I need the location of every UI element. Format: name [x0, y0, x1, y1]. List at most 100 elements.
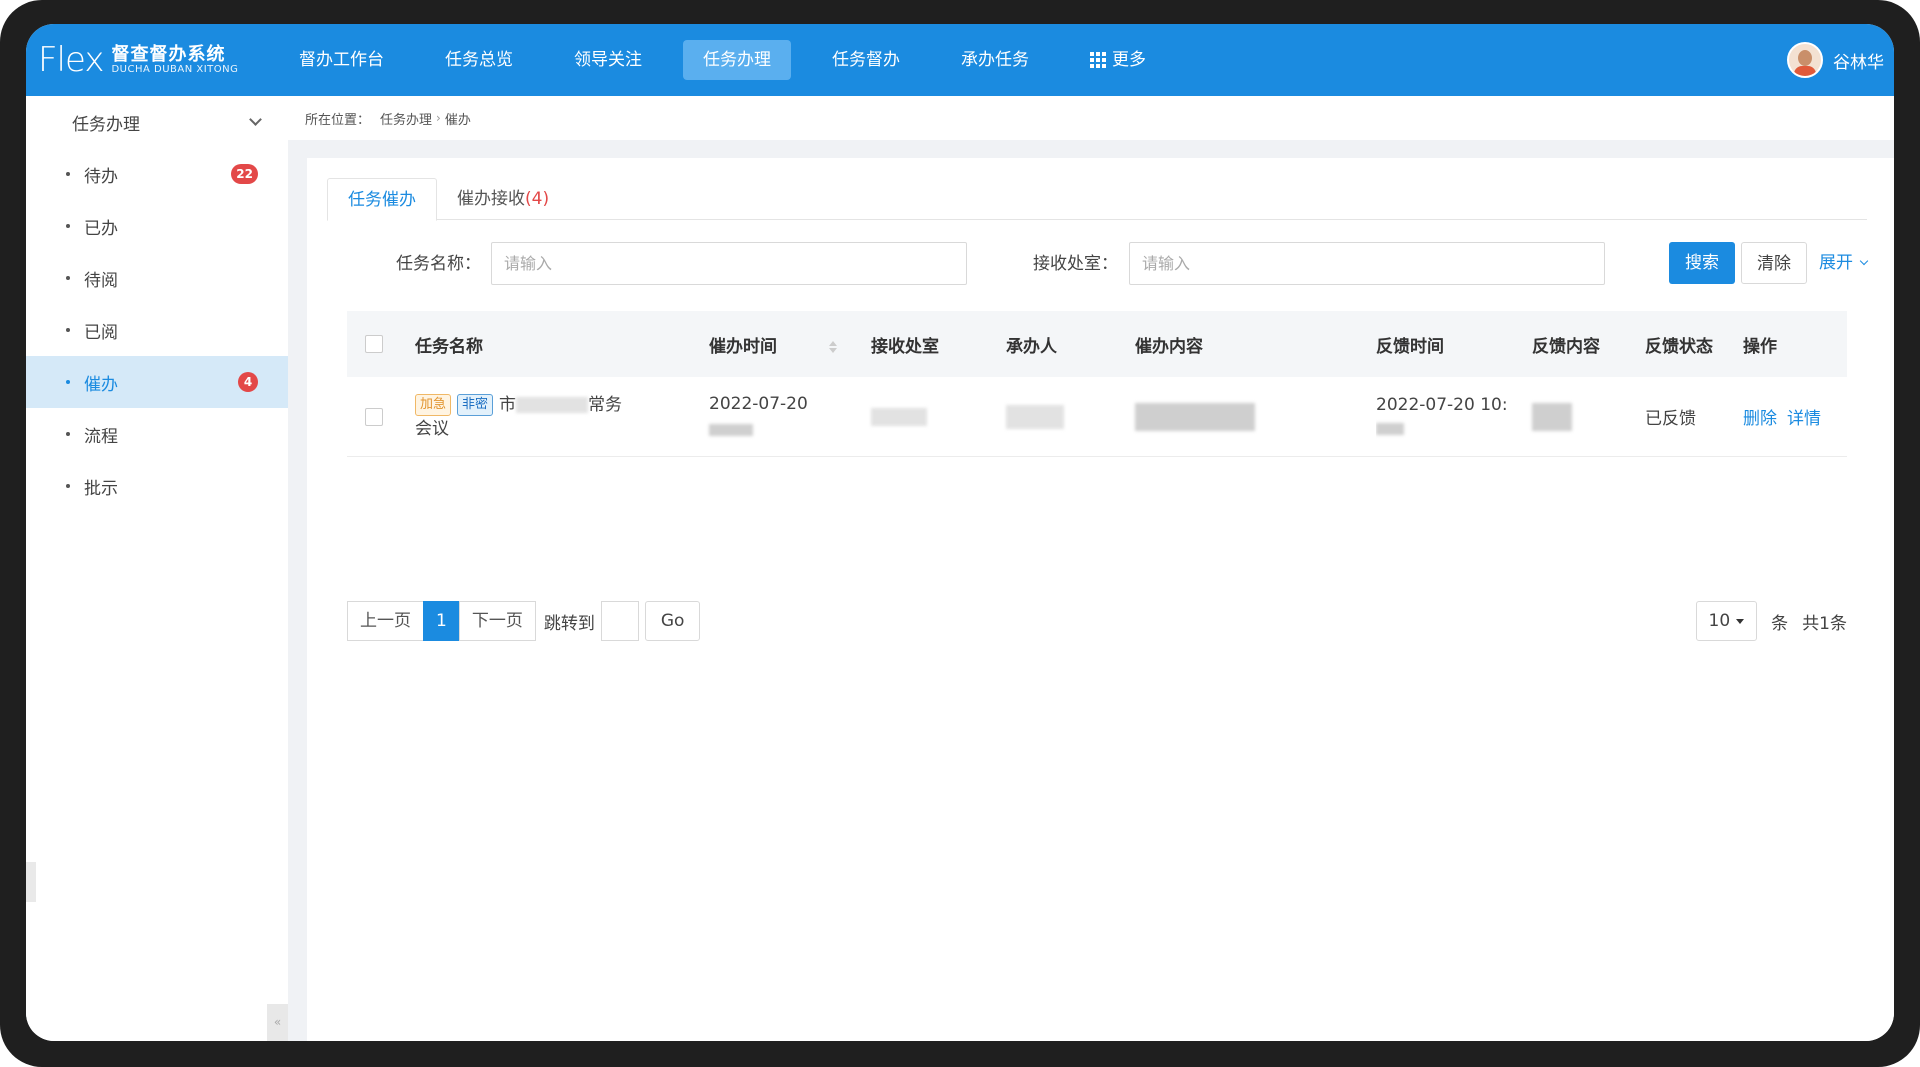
- grid-icon: [1090, 52, 1106, 68]
- sidebar-item-urge[interactable]: 催办 4: [26, 356, 288, 408]
- col-feedback-content: 反馈内容: [1532, 336, 1600, 357]
- nav-item-task-handling[interactable]: 任务办理: [683, 40, 791, 80]
- col-office: 接收处室: [871, 336, 939, 357]
- sidebar-item-label: 待办: [84, 166, 118, 187]
- sidebar-item-instruction[interactable]: 批示: [26, 460, 288, 512]
- delete-link[interactable]: 删除: [1743, 409, 1777, 429]
- sidebar-item-label: 流程: [84, 426, 118, 447]
- user-name: 谷林华: [1833, 52, 1884, 73]
- sidebar-item-process[interactable]: 流程: [26, 408, 288, 460]
- top-navbar: Flex 督查督办系统 DUCHA DUBAN XITONG 督办工作台 任务总…: [26, 24, 1894, 96]
- actions-cell: 删除 详情: [1743, 404, 1843, 429]
- secret-level-tag: 非密: [457, 393, 494, 416]
- nav-item-more[interactable]: 更多: [1070, 40, 1166, 80]
- sidebar-item-label: 已阅: [84, 322, 118, 343]
- urge-time-cell: 2022-07-20: [709, 391, 871, 443]
- task-name-start: 市: [499, 394, 517, 415]
- nav-item-workbench[interactable]: 督办工作台: [279, 40, 404, 80]
- redacted-text: [709, 423, 753, 436]
- page-size-select[interactable]: 10: [1695, 601, 1758, 641]
- jump-label: 跳转到: [543, 613, 595, 634]
- sidebar-collapse-button[interactable]: «: [267, 1004, 288, 1041]
- tab-bar: 任务催办 催办接收(4): [327, 178, 1867, 221]
- sidebar-item-todo[interactable]: 待办 22: [26, 148, 288, 200]
- col-feedback-time: 反馈时间: [1376, 336, 1444, 357]
- task-name-cell[interactable]: 加急 非密市 常务 会议: [415, 393, 709, 441]
- user-menu[interactable]: 谷林华: [1787, 40, 1884, 80]
- sidebar-item-to-read[interactable]: 待阅: [26, 252, 288, 304]
- sidebar-item-label: 待阅: [84, 270, 118, 291]
- urge-table: 任务名称 催办时间 接收处室 承办人 催办内容 反馈时间 反馈内容 反馈状态 操…: [347, 311, 1847, 457]
- bullet-icon: [66, 172, 70, 176]
- redacted-text: [871, 407, 927, 426]
- col-urge-time[interactable]: 催办时间: [709, 332, 871, 357]
- caret-down-icon: [1736, 618, 1745, 624]
- redacted-text: [516, 396, 589, 413]
- device-frame: Flex 督查督办系统 DUCHA DUBAN XITONG 督办工作台 任务总…: [0, 0, 1920, 1067]
- sidebar-item-label: 已办: [84, 218, 118, 239]
- chevron-down-icon: [249, 113, 262, 126]
- task-name-end: 常务: [588, 394, 623, 415]
- tab-task-urge[interactable]: 任务催办: [327, 178, 437, 221]
- app-logo[interactable]: Flex 督查督办系统 DUCHA DUBAN XITONG: [38, 32, 238, 88]
- detail-link[interactable]: 详情: [1787, 409, 1821, 429]
- col-actions: 操作: [1743, 336, 1777, 357]
- sidebar-item-done[interactable]: 已办: [26, 200, 288, 252]
- table-row: 加急 非密市 常务 会议 2022-07-20 2022-07-20 10: 已反…: [347, 377, 1847, 457]
- task-name-line2: 会议: [415, 418, 449, 439]
- next-page-button[interactable]: 下一页: [458, 601, 536, 641]
- sidebar-item-read[interactable]: 已阅: [26, 304, 288, 356]
- expand-button[interactable]: 展开: [1819, 242, 1879, 284]
- urgent-tag: 加急: [415, 393, 452, 416]
- tab-urge-received[interactable]: 催办接收(4): [437, 178, 569, 220]
- go-button[interactable]: Go: [644, 601, 701, 641]
- search-button[interactable]: 搜索: [1669, 242, 1735, 284]
- bullet-icon: [66, 432, 70, 436]
- office-input[interactable]: 请输入: [1129, 242, 1605, 285]
- nav-item-undertake[interactable]: 承办任务: [941, 40, 1049, 80]
- feedback-time-cell: 2022-07-20 10:: [1376, 393, 1532, 441]
- nav-item-leader-focus[interactable]: 领导关注: [554, 40, 662, 80]
- breadcrumb-current: 催办: [444, 112, 471, 128]
- app-screen: Flex 督查督办系统 DUCHA DUBAN XITONG 督办工作台 任务总…: [26, 24, 1894, 1041]
- sidebar-group-title: 任务办理: [72, 114, 140, 135]
- breadcrumb-prefix: 所在位置：: [305, 112, 371, 128]
- pagination: 上一页 1 下一页 跳转到 Go: [347, 601, 701, 641]
- bullet-icon: [66, 224, 70, 228]
- bullet-icon: [66, 380, 70, 384]
- edge-handle[interactable]: [26, 862, 36, 902]
- task-name-label: 任务名称：: [396, 254, 481, 274]
- breadcrumb-level1[interactable]: 任务办理: [380, 109, 432, 128]
- sort-icon[interactable]: [828, 340, 837, 353]
- nav-more-label: 更多: [1112, 50, 1146, 70]
- main-nav: 督办工作台 任务总览 领导关注 任务办理 任务督办 承办任务 更多: [279, 40, 1187, 80]
- total-count: 共1条: [1802, 613, 1847, 634]
- avatar: [1787, 42, 1823, 78]
- nav-item-task-supervise[interactable]: 任务督办: [812, 40, 920, 80]
- col-task-name: 任务名称: [415, 336, 483, 357]
- office-label: 接收处室：: [1033, 254, 1118, 274]
- breadcrumb: 所在位置： 任务办理 › 催办: [288, 96, 1894, 140]
- col-handler: 承办人: [1006, 336, 1057, 357]
- nav-item-overview[interactable]: 任务总览: [425, 40, 533, 80]
- sidebar-item-label: 催办: [84, 374, 118, 395]
- page-size-area: 10 条 共1条: [1695, 601, 1847, 641]
- prev-page-button[interactable]: 上一页: [347, 601, 424, 641]
- page-number-current[interactable]: 1: [423, 601, 460, 641]
- jump-page-input[interactable]: [600, 601, 639, 641]
- urge-time: 2022-07-20: [709, 393, 808, 414]
- filter-bar: 任务名称： 请输入 接收处室： 请输入 搜索 清除 展开: [307, 242, 1894, 286]
- col-urge-content: 催办内容: [1135, 336, 1203, 357]
- app-subtitle: DUCHA DUBAN XITONG: [111, 64, 239, 76]
- row-checkbox[interactable]: [365, 407, 383, 426]
- feedback-content-cell: [1532, 402, 1645, 431]
- sidebar-group-header[interactable]: 任务办理: [26, 96, 288, 148]
- count-badge: 4: [238, 372, 258, 392]
- task-name-input[interactable]: 请输入: [491, 242, 967, 285]
- clear-button[interactable]: 清除: [1741, 242, 1807, 284]
- tab-label: 催办接收: [457, 189, 525, 209]
- tab-count: (4): [525, 189, 550, 209]
- main-panel: 任务催办 催办接收(4) 任务名称： 请输入 接收处室： 请输入 搜索 清除 展…: [307, 158, 1894, 1041]
- select-all-checkbox[interactable]: [365, 335, 383, 353]
- bullet-icon: [66, 276, 70, 280]
